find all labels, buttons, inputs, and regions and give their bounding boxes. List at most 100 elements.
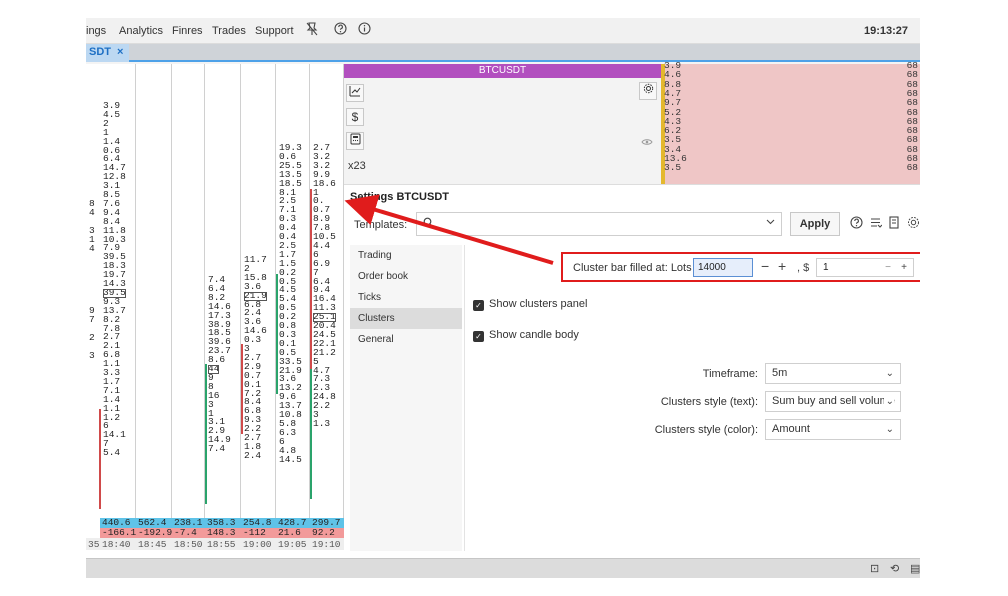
volume-bar [205, 364, 207, 504]
menu-finres[interactable]: Finres [172, 25, 203, 37]
currency-separator: , $ [797, 262, 810, 274]
clusters-style-color-value: Amount [772, 423, 810, 435]
cluster-cell-fragment: 4 [89, 243, 95, 254]
drawing-tool-icon[interactable] [346, 84, 364, 102]
nav-order-book[interactable]: Order book [350, 266, 462, 287]
cluster-cell: 5.4 [103, 447, 121, 459]
nav-trading[interactable]: Trading [350, 245, 462, 266]
notes-icon[interactable]: ▤ [910, 562, 920, 575]
menu-analytics[interactable]: Analytics [119, 25, 163, 37]
clusters-style-color-label: Clusters style (color): [654, 424, 758, 436]
apply-button[interactable]: Apply [790, 212, 840, 236]
clusters-style-color-select[interactable]: Amount ⌄ [765, 419, 901, 440]
volume-bar [99, 409, 101, 509]
delta-cell: 21.6 [278, 527, 301, 538]
cluster-cell: 7.4 [208, 443, 226, 455]
volume-bar [276, 274, 278, 394]
menu-trades[interactable]: Trades [212, 25, 246, 37]
cluster-column[interactable] [136, 64, 172, 518]
cluster-cell: 14.5 [279, 453, 302, 465]
pin-icon[interactable] [304, 22, 320, 38]
clock: 19:13:27 [863, 25, 908, 37]
timeframe-select[interactable]: 5m ⌄ [765, 363, 901, 384]
nav-general[interactable]: General [350, 329, 462, 350]
show-clusters-panel-checkbox[interactable]: ✓ Show clusters panel [473, 298, 587, 311]
check-icon: ✓ [473, 300, 484, 311]
settings-gear-icon[interactable] [907, 216, 920, 232]
time-label: 18:50 [174, 539, 203, 550]
status-bar: ⊡ ⟲ ▤ [86, 558, 920, 578]
save-template-icon[interactable] [869, 216, 883, 232]
cluster-bar-lots-input[interactable]: 14000 [693, 258, 753, 277]
clusters-style-text-select[interactable]: Sum buy and sell volume ⌄ [765, 391, 901, 412]
dollar-icon[interactable]: $ [346, 108, 364, 126]
nav-ticks[interactable]: Ticks [350, 287, 462, 308]
settings-title: Settings BTCUSDT [350, 191, 449, 203]
minus-icon[interactable]: − [885, 259, 891, 276]
show-clusters-panel-label: Show clusters panel [489, 298, 588, 310]
cluster-cell-fragment: 7 [89, 314, 95, 325]
calculator-icon[interactable] [346, 132, 364, 150]
sync-icon[interactable]: ⟲ [890, 562, 899, 575]
delta-cell: 92.2 [312, 527, 335, 538]
cluster-bar-label: Cluster bar filled at: Lots [573, 262, 692, 274]
time-label: 35 [88, 539, 100, 550]
delta-cell: -112 [243, 527, 266, 538]
chart-widget: BTCUSDT $ x23 [344, 64, 661, 184]
cluster-cell-fragment: 4 [89, 207, 95, 218]
timeframe-label: Timeframe: [702, 368, 758, 380]
delta-cell: -7.4 [174, 527, 197, 538]
show-candle-body-checkbox[interactable]: ✓ Show candle body [473, 329, 579, 342]
symbol-header: BTCUSDT [344, 64, 661, 78]
clusters-style-text-value: Sum buy and sell volume [772, 395, 895, 407]
price-ladder[interactable]: 3.9 68 4.6 68 8.8 68 4.7 68 9.7 68 5.2 68 4.3 68 6.2 68… [661, 61, 920, 184]
price-volume-cell: 3.5 [664, 162, 682, 174]
settings-dialog: Settings BTCUSDT Templates: Apply Tradin… [344, 184, 920, 558]
delta-row: -166.1 -192.9 -7.4 148.3 -112 21.6 92.2 [100, 528, 344, 538]
cluster-cell: 1.3 [313, 417, 331, 429]
settings-body: Cluster bar filled at: Lots 14000 − + , … [464, 245, 920, 551]
volume-bar [310, 189, 312, 369]
help-icon[interactable] [332, 22, 348, 38]
cluster-cell-fragment: 3 [89, 350, 95, 361]
eye-icon[interactable] [641, 138, 653, 149]
cluster-cell: 2.4 [244, 449, 262, 461]
cluster-column[interactable] [172, 64, 205, 518]
clusters-style-text-label: Clusters style (text): [660, 396, 758, 408]
chevron-down-icon: ⌄ [885, 424, 894, 435]
plus-icon[interactable]: + [901, 259, 907, 276]
screenshot-icon[interactable]: ⊡ [870, 562, 879, 575]
time-label: 19:00 [243, 539, 272, 550]
delta-cell: -192.9 [138, 527, 173, 538]
time-label: 19:05 [278, 539, 307, 550]
info-icon[interactable] [356, 22, 372, 38]
menu-settings[interactable]: ings [86, 25, 106, 37]
show-candle-body-label: Show candle body [489, 329, 579, 341]
cluster-bar-usd-value: 1 [823, 262, 829, 273]
menu-support[interactable]: Support [255, 25, 294, 37]
minus-icon[interactable]: − [761, 259, 769, 273]
templates-search-input[interactable] [416, 212, 782, 236]
timeframe-value: 5m [772, 367, 788, 379]
close-icon[interactable]: × [117, 46, 123, 58]
templates-label: Templates: [354, 219, 408, 231]
help-icon[interactable] [850, 216, 863, 232]
time-label: 18:40 [102, 539, 131, 550]
chevron-down-icon: ⌄ [885, 368, 894, 379]
cluster-chart[interactable]: 3.9 4.5 2 1 1.4 0.6 6.4 14.7 12.8 3.1 8.5 7.6 9.4 8.4… [86, 64, 344, 560]
volume-bar [241, 344, 243, 434]
plus-icon[interactable]: + [778, 259, 786, 273]
chevron-down-icon[interactable] [766, 217, 775, 228]
time-label: 18:55 [207, 539, 236, 550]
gear-icon[interactable] [639, 82, 657, 100]
cluster-cell-fragment: 2 [89, 332, 95, 343]
time-label: 19:10 [312, 539, 341, 550]
cluster-bar-usd-input[interactable]: 1 − + [816, 258, 914, 277]
load-template-icon[interactable] [888, 216, 901, 232]
time-axis: 35 18:40 18:45 18:50 18:55 19:00 19:05 19:10 [86, 538, 344, 550]
volume-bar [310, 369, 312, 499]
nav-clusters[interactable]: Clusters [350, 308, 462, 329]
chevron-down-icon: ⌄ [883, 392, 894, 411]
check-icon: ✓ [473, 331, 484, 342]
tab-btcusdt[interactable]: SDT × [86, 44, 130, 62]
